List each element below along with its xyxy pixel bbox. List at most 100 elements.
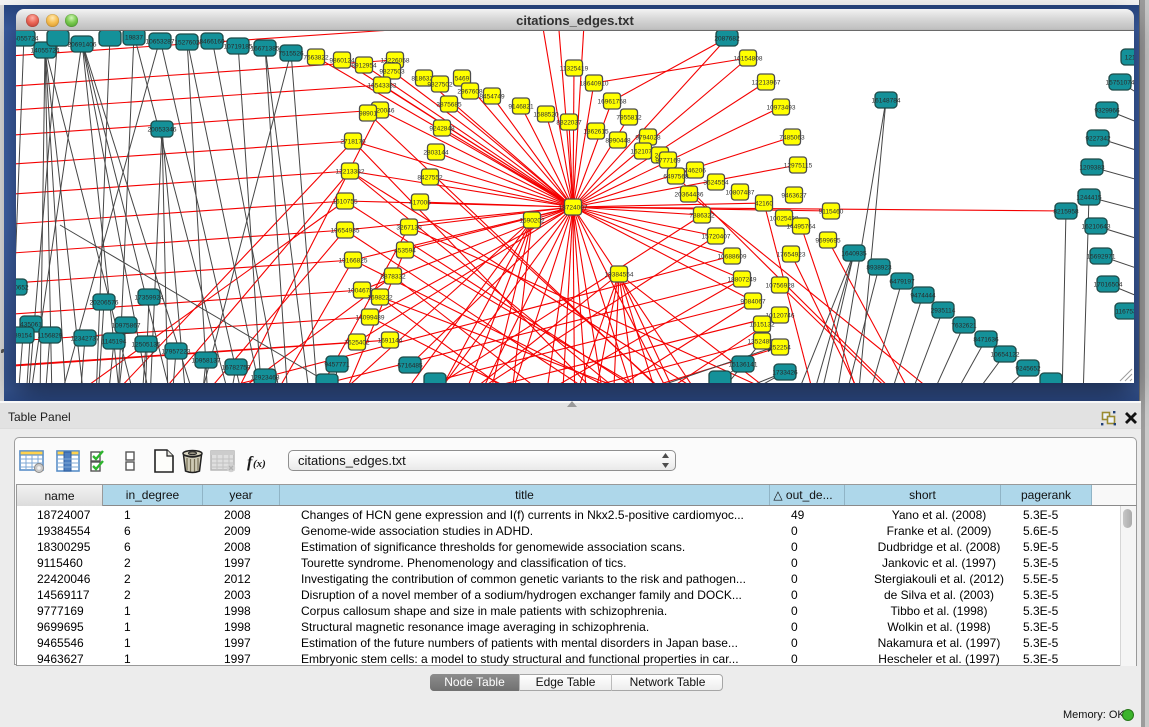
svg-text:417006: 417006: [409, 200, 431, 207]
svg-text:9327503: 9327503: [379, 69, 405, 76]
svg-text:1698222: 1698222: [367, 295, 393, 302]
svg-text:18640910: 18640910: [580, 81, 609, 88]
svg-text:16671385: 16671385: [251, 46, 280, 53]
svg-text:3875685: 3875685: [436, 102, 462, 109]
svg-text:252254: 252254: [769, 345, 791, 352]
svg-text:1244415: 1244415: [1076, 195, 1102, 202]
svg-text:15136141: 15136141: [729, 362, 758, 369]
svg-text:2718176: 2718176: [340, 139, 366, 146]
svg-text:7515526: 7515526: [278, 51, 304, 58]
svg-text:116753: 116753: [1115, 309, 1134, 316]
svg-text:19166825: 19166825: [339, 258, 368, 265]
svg-text:14495764: 14495764: [787, 224, 816, 231]
svg-text:12213967: 12213967: [752, 80, 781, 87]
svg-text:9227342: 9227342: [1085, 136, 1111, 143]
svg-text:9777169: 9777169: [655, 158, 681, 165]
svg-text:12505135: 12505135: [132, 342, 161, 349]
svg-text:(x): (x): [253, 458, 266, 470]
svg-text:15692971: 15692971: [1087, 254, 1116, 261]
svg-text:12923468: 12923468: [251, 375, 280, 382]
svg-text:7663822: 7663822: [303, 55, 329, 62]
svg-text:16543382: 16543382: [368, 83, 397, 90]
svg-text:1615132: 1615132: [749, 322, 775, 329]
svg-text:2087682: 2087682: [714, 36, 740, 43]
svg-text:1733426: 1733426: [772, 370, 798, 377]
svg-text:16154808: 16154808: [734, 56, 763, 63]
svg-text:1590202: 1590202: [519, 218, 545, 225]
svg-text:9329966: 9329966: [1094, 108, 1120, 115]
svg-text:453594: 453594: [394, 248, 416, 255]
svg-text:8466160: 8466160: [199, 39, 225, 46]
svg-text:8427552: 8427552: [417, 175, 443, 182]
svg-text:9474444: 9474444: [910, 293, 936, 300]
svg-text:10719185: 10719185: [224, 44, 253, 51]
svg-text:12213382: 12213382: [336, 169, 365, 176]
svg-text:14099489: 14099489: [356, 315, 385, 322]
svg-text:16148784: 16148784: [872, 98, 901, 105]
svg-text:8471636: 8471636: [973, 337, 999, 344]
svg-text:16210643: 16210643: [1082, 224, 1111, 231]
svg-text:3267130: 3267130: [396, 225, 422, 232]
svg-text:14055724: 14055724: [31, 48, 60, 55]
svg-text:20206576: 20206576: [90, 300, 119, 307]
svg-text:12975115: 12975115: [784, 163, 813, 170]
svg-text:8215958: 8215958: [1053, 209, 1079, 216]
svg-text:5716485: 5716485: [397, 363, 423, 370]
svg-text:15720407: 15720407: [702, 234, 731, 241]
svg-text:9463627: 9463627: [781, 193, 807, 200]
svg-text:9327502: 9327502: [427, 82, 453, 89]
svg-text:6479197: 6479197: [889, 279, 915, 286]
svg-text:18724007: 18724007: [559, 205, 588, 212]
svg-text:7386322: 7386322: [689, 213, 715, 220]
svg-text:9146821: 9146821: [508, 104, 534, 111]
svg-text:1362615: 1362615: [583, 129, 609, 136]
svg-text:17957223: 17957223: [162, 349, 191, 356]
svg-text:9794028: 9794028: [635, 135, 661, 142]
svg-text:1209383: 1209383: [1079, 165, 1105, 172]
svg-text:16961758: 16961758: [598, 99, 627, 106]
svg-text:9242848: 9242848: [429, 126, 455, 133]
svg-text:9115460: 9115460: [819, 209, 844, 216]
svg-text:10973493: 10973493: [767, 105, 796, 112]
svg-text:1145194: 1145194: [102, 339, 127, 346]
svg-text:1212: 1212: [1125, 55, 1134, 62]
svg-text:17654923: 17654923: [777, 252, 806, 259]
svg-text:1156829: 1156829: [38, 333, 63, 340]
svg-text:3624554: 3624554: [703, 180, 729, 187]
svg-text:11325419: 11325419: [560, 66, 589, 73]
svg-text:20691406: 20691406: [68, 42, 97, 49]
svg-text:9457771: 9457771: [324, 362, 350, 369]
svg-text:9245652: 9245652: [1015, 366, 1041, 373]
svg-text:9084067: 9084067: [740, 299, 766, 306]
svg-text:8990448: 8990448: [605, 138, 631, 145]
svg-text:15751074: 15751074: [1106, 80, 1134, 87]
svg-text:12342737: 12342737: [71, 336, 100, 343]
svg-text:98901: 98901: [359, 111, 377, 118]
svg-text:19837: 19837: [125, 35, 143, 42]
svg-text:1640935: 1640935: [841, 251, 867, 258]
svg-text:8912954: 8912954: [351, 63, 377, 70]
svg-text:20053346: 20053346: [148, 127, 177, 134]
svg-text:8322037: 8322037: [556, 120, 582, 127]
svg-text:7632621: 7632621: [951, 323, 977, 330]
svg-text:1527602: 1527602: [174, 40, 200, 47]
svg-text:5469: 5469: [455, 76, 470, 83]
svg-text:2803144: 2803144: [423, 150, 449, 157]
svg-text:18807249: 18807249: [728, 277, 757, 284]
svg-text:10807487: 10807487: [726, 190, 755, 197]
svg-text:9699695: 9699695: [815, 238, 841, 245]
svg-text:16055724: 16055724: [16, 36, 39, 43]
svg-text:1610755: 1610755: [332, 199, 358, 206]
svg-text:6497568: 6497568: [663, 174, 689, 181]
svg-text:7955812: 7955812: [616, 115, 642, 122]
svg-text:42160: 42160: [755, 201, 773, 208]
svg-text:16782759: 16782759: [222, 365, 251, 372]
svg-text:19654985: 19654985: [331, 228, 360, 235]
svg-text:10654122: 10654122: [991, 352, 1020, 359]
svg-text:19384554: 19384554: [605, 272, 634, 279]
svg-text:20364436: 20364436: [675, 192, 704, 199]
svg-text:1588520: 1588520: [533, 112, 559, 119]
svg-text:7625402: 7625402: [344, 340, 370, 347]
svg-text:10958137: 10958137: [192, 358, 221, 365]
svg-text:17016504: 17016504: [1094, 282, 1123, 289]
